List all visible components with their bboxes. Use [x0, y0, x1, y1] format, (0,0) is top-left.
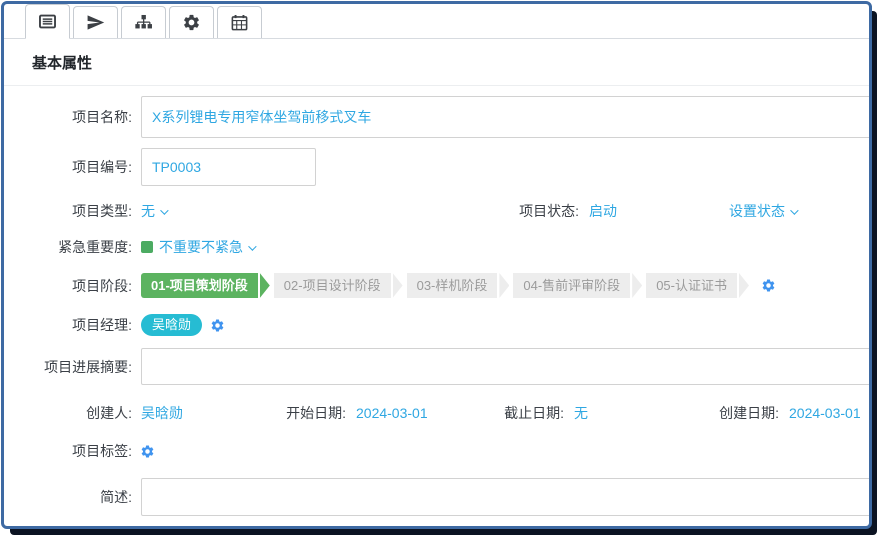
sitemap-icon — [134, 13, 153, 32]
form-icon — [38, 12, 57, 31]
due-date-value: 无 — [574, 403, 588, 423]
tab-bar — [4, 4, 869, 39]
manager-settings-gear-icon[interactable] — [210, 318, 225, 333]
chevron-down-icon — [248, 243, 256, 251]
chevron-down-icon — [160, 207, 168, 215]
creator-label: 创建人: — [4, 403, 132, 423]
stage-breadcrumb: 01-项目策划阶段 02-项目设计阶段 03-样机阶段 04-售前评审阶段 05… — [141, 273, 753, 298]
project-tags-row: 项目标签: — [4, 441, 869, 461]
gear-icon — [182, 13, 201, 32]
stage-settings-gear-icon[interactable] — [761, 278, 776, 293]
urgency-label: 紧急重要度: — [4, 237, 132, 257]
creator-value: 吴晗勋 — [141, 403, 183, 423]
start-date-label: 开始日期: — [246, 403, 346, 423]
stage-item-5[interactable]: 05-认证证书 — [646, 273, 749, 298]
brief-row: 简述: — [4, 478, 869, 516]
project-manager-row: 项目经理: 吴晗勋 — [4, 313, 869, 337]
tab-calendar[interactable] — [217, 6, 262, 38]
arrow-tip — [499, 273, 509, 298]
project-manager-label: 项目经理: — [4, 315, 132, 335]
arrow-tip — [632, 273, 642, 298]
chevron-down-icon — [790, 207, 798, 215]
project-code-label: 项目编号: — [4, 157, 132, 177]
progress-summary-row: 项目进展摘要: — [4, 348, 869, 385]
app-window: 基本属性 项目名称: 项目编号: 项目类型: 无 项目状态: 启动 设置状态 紧… — [1, 1, 872, 529]
project-tags-label: 项目标签: — [4, 441, 132, 461]
created-date-value: 2024-03-01 — [789, 405, 861, 421]
project-name-input[interactable] — [141, 96, 871, 138]
tags-settings-gear-icon[interactable] — [140, 444, 155, 459]
project-code-row: 项目编号: — [4, 148, 869, 186]
arrow-tip — [393, 273, 403, 298]
tab-settings[interactable] — [169, 6, 214, 38]
stage-item-3[interactable]: 03-样机阶段 — [407, 273, 510, 298]
set-status-button[interactable]: 设置状态 — [729, 201, 796, 221]
project-status-value: 启动 — [589, 201, 617, 221]
urgency-row: 紧急重要度: 不重要不紧急 — [4, 236, 869, 258]
meta-row: 创建人: 吴晗勋 开始日期: 2024-03-01 截止日期: 无 创建日期: … — [4, 403, 869, 423]
start-date-value: 2024-03-01 — [356, 405, 428, 421]
project-type-row: 项目类型: 无 项目状态: 启动 设置状态 — [4, 200, 869, 222]
due-date-label: 截止日期: — [486, 403, 564, 423]
tab-basic-info[interactable] — [25, 4, 70, 39]
progress-summary-label: 项目进展摘要: — [4, 357, 132, 377]
progress-summary-input[interactable] — [141, 348, 871, 385]
tab-structure[interactable] — [121, 6, 166, 38]
project-name-label: 项目名称: — [4, 107, 132, 127]
project-stage-row: 项目阶段: 01-项目策划阶段 02-项目设计阶段 03-样机阶段 04-售前评… — [4, 273, 869, 298]
manager-badge[interactable]: 吴晗勋 — [141, 314, 202, 336]
arrow-tip — [739, 273, 749, 298]
page-title: 基本属性 — [4, 39, 869, 86]
stage-item-2[interactable]: 02-项目设计阶段 — [274, 273, 403, 298]
brief-input[interactable] — [141, 478, 871, 516]
stage-item-4[interactable]: 04-售前评审阶段 — [513, 273, 642, 298]
tab-send[interactable] — [73, 6, 118, 38]
project-name-row: 项目名称: — [4, 96, 869, 138]
project-type-label: 项目类型: — [4, 201, 132, 221]
created-date-label: 创建日期: — [694, 403, 779, 423]
stage-item-1[interactable]: 01-项目策划阶段 — [141, 273, 270, 298]
project-status-label: 项目状态: — [464, 201, 579, 221]
arrow-tip — [260, 273, 270, 298]
project-type-select[interactable]: 无 — [141, 201, 166, 221]
project-stage-label: 项目阶段: — [4, 276, 132, 296]
send-icon — [86, 13, 105, 32]
urgency-select[interactable]: 不重要不紧急 — [159, 237, 254, 257]
urgency-color-indicator — [141, 241, 153, 253]
brief-label: 简述: — [4, 487, 132, 507]
project-code-input[interactable] — [141, 148, 316, 186]
calendar-icon — [230, 13, 249, 32]
